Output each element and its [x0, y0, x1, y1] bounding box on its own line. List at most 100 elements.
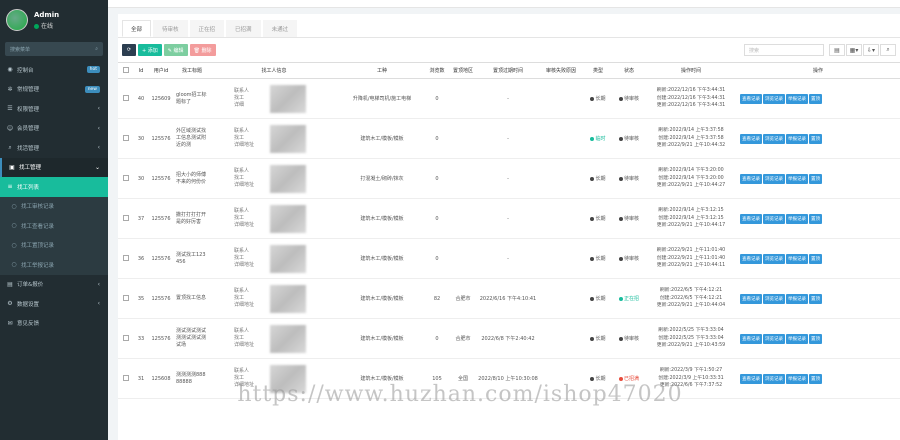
- sidebar-item-label: 控制台: [17, 67, 34, 74]
- op-button-1[interactable]: 浏览记录: [763, 213, 785, 224]
- main-content: 全部 待审核 正在招 已招满 未通过 ⟳ + 添加 ✎ 编辑 🗑 删除 搜索 ▤ ▦▾ …: [108, 0, 900, 440]
- op-button-3[interactable]: 置顶: [809, 93, 822, 104]
- select-all-checkbox[interactable]: [123, 66, 129, 73]
- toggle-view-icon[interactable]: ▤: [829, 44, 845, 56]
- op-button-0[interactable]: 查看记录: [740, 173, 762, 184]
- op-button-2[interactable]: 举报记录: [786, 333, 808, 344]
- op-button-3[interactable]: 置顶: [809, 253, 822, 264]
- op-button-2[interactable]: 举报记录: [786, 213, 808, 224]
- top-bar: [108, 0, 900, 8]
- circle-icon: ○: [11, 241, 17, 249]
- op-button-2[interactable]: 举报记录: [786, 173, 808, 184]
- row-checkbox[interactable]: [123, 174, 129, 181]
- row-checkbox[interactable]: [123, 254, 129, 261]
- op-button-0[interactable]: 查看记录: [740, 213, 762, 224]
- sidebar-item[interactable]: ☰ 权限管理 ‹: [0, 99, 108, 119]
- row-checkbox[interactable]: [123, 214, 129, 221]
- sidebar-item[interactable]: ≡ 找工列表: [0, 177, 108, 197]
- op-button-0[interactable]: 查看记录: [740, 133, 762, 144]
- row-checkbox[interactable]: [123, 334, 129, 341]
- op-button-2[interactable]: 举报记录: [786, 93, 808, 104]
- op-button-1[interactable]: 浏览记录: [763, 253, 785, 264]
- cell-trade: 建筑木工/模板/模板: [338, 198, 426, 239]
- op-button-3[interactable]: 置顶: [809, 133, 822, 144]
- op-button-2[interactable]: 举报记录: [786, 293, 808, 304]
- tab-0[interactable]: 全部: [122, 20, 152, 37]
- op-button-1[interactable]: 浏览记录: [763, 133, 785, 144]
- op-button-3[interactable]: 置顶: [809, 333, 822, 344]
- cell-times: 刷新:2022/12/16 下午3:44:31 创建:2022/12/16 下午3…: [646, 78, 736, 119]
- columns-icon[interactable]: ▦▾: [846, 44, 862, 56]
- op-button-0[interactable]: 查看记录: [740, 253, 762, 264]
- cell-status: 待审核: [612, 318, 646, 359]
- sidebar-item[interactable]: ▤ 订单&报价 ‹: [0, 275, 108, 295]
- cell-status: 正在招: [612, 278, 646, 319]
- sidebar-item[interactable]: ○ 找工审核记录: [0, 196, 108, 216]
- sidebar-item[interactable]: ✉ 意见反馈: [0, 314, 108, 334]
- advanced-search-icon[interactable]: ⌕: [880, 44, 896, 56]
- op-button-1[interactable]: 浏览记录: [763, 333, 785, 344]
- op-button-3[interactable]: 置顶: [809, 293, 822, 304]
- sidebar-item-label: 数据设置: [17, 301, 40, 308]
- column-header: 置顶地区: [448, 62, 478, 79]
- time-line: 刷新:2022/5/25 下午3:33:04: [658, 328, 724, 334]
- row-checkbox[interactable]: [123, 294, 129, 301]
- op-button-0[interactable]: 查看记录: [740, 373, 762, 384]
- type-text: 长期: [595, 96, 606, 102]
- status-badge: 待审核: [623, 256, 639, 262]
- add-button[interactable]: + 添加: [138, 44, 162, 56]
- table-search-input[interactable]: 搜索: [744, 44, 824, 56]
- sidebar-nav: ◉ 控制台 hot ✲ 常规管理 new ☰ 权限管理 ‹ ☺ 会员管理 ‹ ⌕ 找活管理 ‹ ▣ 找工管理 ⌄ ≡…: [0, 60, 108, 333]
- op-button-0[interactable]: 查看记录: [740, 293, 762, 304]
- sidebar-item[interactable]: ○ 找工举报记录: [0, 255, 108, 275]
- op-button-2[interactable]: 举报记录: [786, 373, 808, 384]
- op-button-1[interactable]: 浏览记录: [763, 293, 785, 304]
- op-button-3[interactable]: 置顶: [809, 173, 822, 184]
- cell-operations: 查看记录 浏览记录 举报记录 置顶: [736, 238, 900, 279]
- row-checkbox[interactable]: [123, 134, 129, 141]
- sidebar-item[interactable]: ⌕ 找活管理 ‹: [0, 138, 108, 158]
- sidebar-item[interactable]: ◉ 控制台 hot: [0, 60, 108, 80]
- op-button-2[interactable]: 举报记录: [786, 253, 808, 264]
- sidebar-item[interactable]: ○ 找工查看记录: [0, 216, 108, 236]
- sidebar-item[interactable]: ▣ 找工管理 ⌄: [0, 157, 108, 177]
- tab-4[interactable]: 未通过: [262, 20, 298, 37]
- export-icon[interactable]: ⇩▾: [863, 44, 879, 56]
- row-checkbox[interactable]: [123, 374, 129, 381]
- cell-type: 长期: [584, 238, 612, 279]
- search-icon[interactable]: ⌕: [95, 46, 98, 52]
- circle-icon: ○: [11, 222, 17, 230]
- cell-worker-info: 联系人 找工 详细地址: [210, 278, 338, 319]
- cell-reason: [538, 118, 584, 159]
- sidebar-item-label: 找工置顶记录: [21, 243, 55, 250]
- row-checkbox[interactable]: [123, 94, 129, 101]
- edit-button[interactable]: ✎ 编辑: [163, 44, 188, 56]
- column-header[interactable]: [118, 62, 134, 79]
- op-button-1[interactable]: 浏览记录: [763, 173, 785, 184]
- op-button-0[interactable]: 查看记录: [740, 333, 762, 344]
- op-button-0[interactable]: 查看记录: [740, 93, 762, 104]
- tab-1[interactable]: 待审核: [153, 20, 188, 37]
- tab-3[interactable]: 已招满: [226, 20, 261, 37]
- user-panel: Admin 在线: [0, 0, 108, 40]
- op-button-1[interactable]: 浏览记录: [763, 93, 785, 104]
- blurred-image: [270, 125, 306, 153]
- cell-reason: [538, 358, 584, 399]
- tab-2[interactable]: 正在招: [189, 20, 225, 37]
- type-dot-icon: [590, 256, 595, 261]
- sidebar-item[interactable]: ⚙ 数据设置 ‹: [0, 294, 108, 314]
- cell-operations: 查看记录 浏览记录 举报记录 置顶: [736, 118, 900, 159]
- delete-button[interactable]: 🗑 删除: [189, 44, 216, 56]
- op-button-2[interactable]: 举报记录: [786, 133, 808, 144]
- op-button-3[interactable]: 置顶: [809, 373, 822, 384]
- refresh-button[interactable]: ⟳: [122, 44, 136, 56]
- sidebar-item[interactable]: ✲ 常规管理 new: [0, 80, 108, 100]
- chevron-icon: ‹: [97, 144, 100, 152]
- sidebar-item[interactable]: ☺ 会员管理 ‹: [0, 119, 108, 139]
- op-button-1[interactable]: 浏览记录: [763, 373, 785, 384]
- op-button-3[interactable]: 置顶: [809, 213, 822, 224]
- menu-search-input[interactable]: 搜索菜单 ⌕: [5, 42, 103, 56]
- sidebar-item-label: 会员管理: [17, 126, 40, 133]
- sidebar-item[interactable]: ○ 找工置顶记录: [0, 235, 108, 255]
- type-dot-icon: [590, 136, 595, 141]
